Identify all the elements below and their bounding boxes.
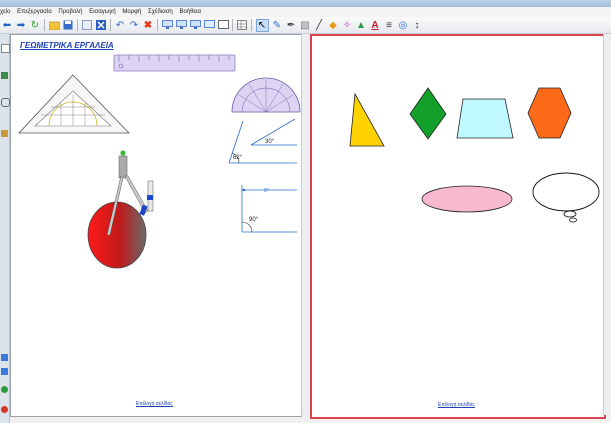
eraser-icon[interactable]: ▧: [300, 20, 311, 31]
magic-icon[interactable]: ✧: [342, 20, 353, 31]
left-page[interactable]: ΓΕΩΜΕΤΡΙΚΑ ΕΡΓΑΛΕΙΑ 62° 30° 0° 90° Επίλο…: [10, 34, 302, 417]
redo-icon[interactable]: ↷: [129, 20, 140, 31]
marker-icon[interactable]: ✒: [286, 20, 297, 31]
shapes-canvas: [349, 87, 600, 223]
board-icon[interactable]: [217, 20, 229, 31]
angle-62: 62°: [228, 120, 297, 164]
page-select-link[interactable]: Επίλογή σελίδας: [438, 402, 475, 408]
menu-edit[interactable]: Επεξεργασία: [17, 9, 52, 15]
menu-insert[interactable]: Εισαγωγή: [89, 9, 116, 15]
screen-icon[interactable]: [161, 20, 173, 31]
window-title-bar: [0, 0, 611, 7]
angle-0-label: 0°: [264, 188, 269, 194]
red-circle[interactable]: [87, 201, 147, 269]
geometry-tools-canvas: 62° 30° 0° 90°: [18, 54, 301, 269]
angle-90-label: 90°: [249, 217, 259, 223]
fill-icon[interactable]: ◆: [328, 20, 339, 31]
right-page-scrollbar[interactable]: [603, 34, 611, 415]
menu-draw[interactable]: Σχέδιαση: [148, 9, 173, 15]
right-page[interactable]: Επίλογή σελίδας: [310, 34, 606, 419]
shape-icon[interactable]: ▲: [356, 20, 367, 31]
toolbar: ⬅ ➡ ↻ ↶ ↷ ✖ ↖ ✎ ✒ ▧ ╱ ◆ ✧ ▲ A ≡ ◎ ↕: [0, 17, 611, 34]
more-icon[interactable]: ↕: [412, 20, 423, 31]
menu-bar: χείο Επεξεργασία Προβολή Εισαγωγή Μορφή …: [0, 7, 611, 17]
select-arrow-icon[interactable]: ↖: [255, 18, 269, 32]
left-tool-strip: [0, 34, 10, 423]
menu-file[interactable]: χείο: [0, 9, 11, 15]
arrow-right-icon[interactable]: ➡: [16, 20, 27, 31]
line-icon[interactable]: ╱: [314, 20, 325, 31]
undo-icon[interactable]: ↶: [115, 20, 126, 31]
table-icon[interactable]: [237, 20, 248, 31]
link-icon[interactable]: [1, 98, 10, 107]
close-x-icon[interactable]: [96, 20, 107, 31]
toolbar-separator: [77, 19, 78, 31]
angle-30: 30°: [250, 118, 297, 146]
thought-bubble[interactable]: [532, 172, 600, 223]
ruler[interactable]: [113, 54, 236, 72]
menu-help[interactable]: Βοήθεια: [179, 9, 201, 15]
toolbar-separator: [157, 19, 158, 31]
set-square[interactable]: [18, 74, 130, 134]
cyan-trapezoid[interactable]: [456, 98, 514, 139]
image-icon[interactable]: [1, 72, 8, 79]
menu-format[interactable]: Μορφή: [122, 9, 141, 15]
green-rhombus[interactable]: [409, 87, 447, 140]
remove-page-icon[interactable]: [1, 406, 8, 413]
save-icon[interactable]: [63, 20, 74, 31]
left-page-scrollbar[interactable]: [301, 34, 310, 415]
globe-icon[interactable]: ◎: [398, 20, 409, 31]
orange-hexagon[interactable]: [527, 87, 572, 139]
toolbar-separator: [232, 19, 233, 31]
pink-ellipse[interactable]: [421, 185, 513, 213]
add-page-icon[interactable]: [1, 386, 8, 393]
toolbar-separator: [110, 19, 111, 31]
page-icon[interactable]: [1, 44, 10, 53]
angle-0: 0°: [241, 188, 297, 194]
toolbar-separator: [251, 19, 252, 31]
angle-62-label: 62°: [233, 155, 243, 161]
page-select-link[interactable]: Επίλογή σελίδας: [136, 401, 173, 407]
toolbar-separator: [44, 19, 45, 31]
yellow-triangle[interactable]: [349, 92, 385, 147]
angle-90: 90°: [241, 185, 297, 233]
open-folder-icon[interactable]: [48, 20, 60, 31]
arrow-left-icon[interactable]: ⬅: [2, 20, 13, 31]
highlight-icon[interactable]: ≡: [384, 20, 395, 31]
arrow-down-icon[interactable]: [1, 368, 8, 375]
refresh-icon[interactable]: ↻: [30, 20, 41, 31]
delete-icon[interactable]: ✖: [143, 20, 154, 31]
text-box-icon[interactable]: [1, 130, 8, 137]
screen-icon[interactable]: [189, 20, 201, 31]
screen-icon[interactable]: [175, 20, 187, 31]
text-icon[interactable]: A: [370, 20, 381, 31]
export-icon[interactable]: [82, 20, 93, 31]
protractor[interactable]: [231, 77, 301, 113]
angle-30-label: 30°: [265, 139, 275, 145]
menu-view[interactable]: Προβολή: [58, 9, 82, 15]
arrow-up-icon[interactable]: [1, 354, 8, 361]
pen-icon[interactable]: ✎: [272, 20, 283, 31]
screen-icon[interactable]: [203, 20, 215, 31]
